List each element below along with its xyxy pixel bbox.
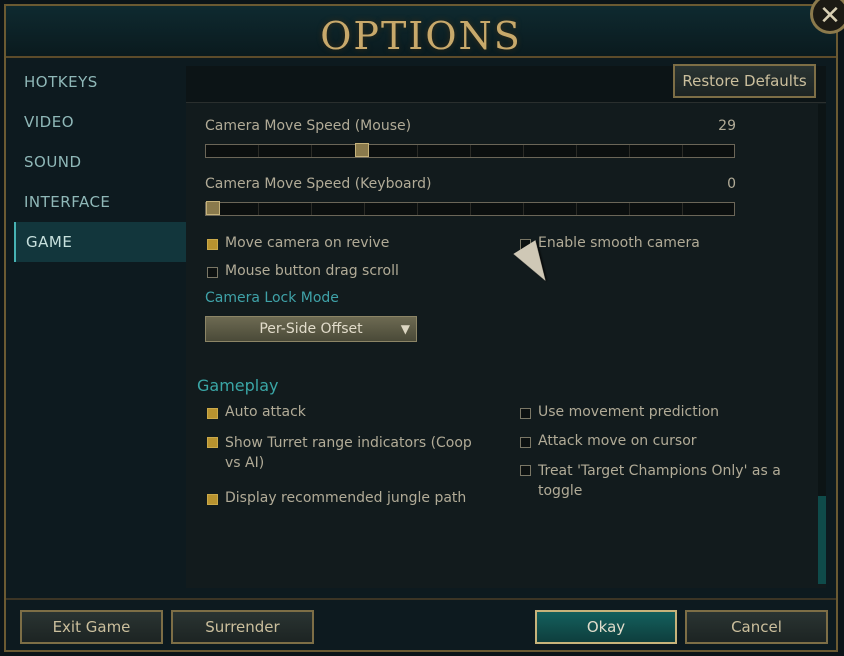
restore-defaults-button[interactable]: Restore Defaults (673, 64, 816, 98)
mouse-speed-label: Camera Move Speed (Mouse) (205, 118, 412, 134)
mouse-speed-value: 29 (718, 118, 736, 134)
camera-lock-mode-label: Camera Lock Mode (205, 290, 339, 306)
jungle-path-checkbox[interactable] (207, 494, 218, 505)
okay-button[interactable]: Okay (535, 610, 677, 644)
window-title: OPTIONS (320, 14, 522, 58)
sidebar-item-game[interactable]: GAME (14, 222, 186, 262)
target-champions-label[interactable]: Treat 'Target Champions Only' as a toggl… (538, 461, 798, 501)
scrollbar-thumb[interactable] (818, 496, 826, 584)
auto-attack-label[interactable]: Auto attack (225, 404, 306, 420)
slider-ticks (206, 203, 734, 215)
auto-attack-checkbox[interactable] (207, 408, 218, 419)
keyboard-speed-slider-handle[interactable] (206, 201, 220, 215)
movement-prediction-checkbox[interactable] (520, 408, 531, 419)
surrender-button[interactable]: Surrender (171, 610, 314, 644)
jungle-path-label[interactable]: Display recommended jungle path (225, 490, 466, 506)
camera-lock-mode-value: Per-Side Offset (259, 321, 363, 337)
smooth-camera-label[interactable]: Enable smooth camera (538, 235, 700, 251)
move-on-revive-checkbox[interactable] (207, 239, 218, 250)
settings-panel: Restore Defaults Camera Move Speed (Mous… (186, 64, 826, 588)
gameplay-heading: Gameplay (197, 376, 279, 395)
camera-lock-mode-dropdown[interactable]: Per-Side Offset ▼ (205, 316, 417, 342)
title-bar: OPTIONS (6, 6, 836, 58)
keyboard-speed-slider[interactable] (205, 201, 735, 216)
turret-range-checkbox[interactable] (207, 437, 218, 448)
sidebar-item-hotkeys[interactable]: HOTKEYS (14, 62, 186, 102)
attack-move-checkbox[interactable] (520, 437, 531, 448)
chevron-down-icon: ▼ (400, 322, 410, 336)
exit-game-button[interactable]: Exit Game (20, 610, 163, 644)
cancel-button[interactable]: Cancel (685, 610, 828, 644)
mouse-speed-slider-handle[interactable] (355, 143, 369, 157)
scrollbar[interactable] (818, 104, 826, 584)
target-champions-checkbox[interactable] (520, 465, 531, 476)
movement-prediction-label[interactable]: Use movement prediction (538, 404, 719, 420)
panel-toolbar: Restore Defaults (186, 64, 826, 103)
sidebar-item-interface[interactable]: INTERFACE (14, 182, 186, 222)
attack-move-label[interactable]: Attack move on cursor (538, 433, 697, 449)
turret-range-label[interactable]: Show Turret range indicators (Coop vs AI… (225, 433, 490, 473)
drag-scroll-checkbox[interactable] (207, 267, 218, 278)
keyboard-speed-label: Camera Move Speed (Keyboard) (205, 176, 432, 192)
keyboard-speed-value: 0 (727, 176, 736, 192)
sidebar-item-video[interactable]: VIDEO (14, 102, 186, 142)
drag-scroll-label[interactable]: Mouse button drag scroll (225, 263, 399, 279)
mouse-speed-slider[interactable] (205, 143, 735, 158)
sidebar-item-sound[interactable]: SOUND (14, 142, 186, 182)
sidebar: HOTKEYS VIDEO SOUND INTERFACE GAME (14, 62, 186, 262)
slider-ticks (206, 145, 734, 157)
move-on-revive-label[interactable]: Move camera on revive (225, 235, 389, 251)
